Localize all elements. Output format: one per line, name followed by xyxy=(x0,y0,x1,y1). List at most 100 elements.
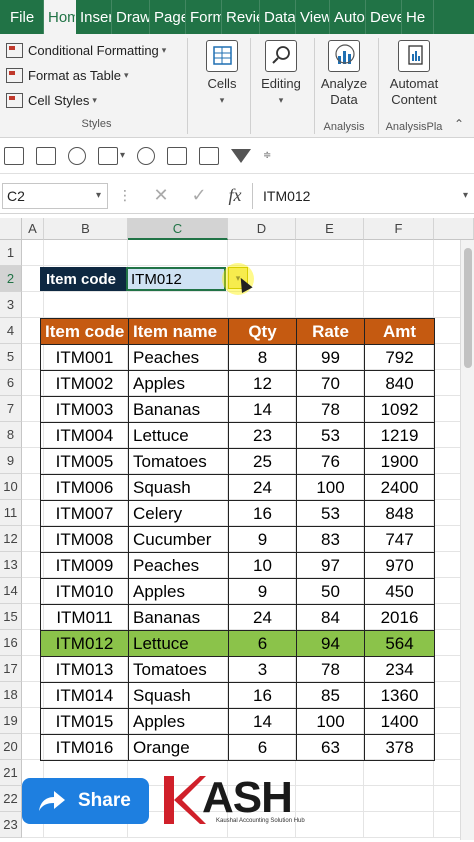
table-cell[interactable]: 2400 xyxy=(364,474,435,501)
table-cell[interactable]: 14 xyxy=(228,396,297,423)
table-cell[interactable]: 25 xyxy=(228,448,297,475)
table-cell[interactable]: 564 xyxy=(364,630,435,657)
table-cell[interactable]: 970 xyxy=(364,552,435,579)
row-header-23[interactable]: 23 xyxy=(0,812,22,838)
table-cell[interactable]: Apples xyxy=(128,578,229,605)
table-cell[interactable]: 747 xyxy=(364,526,435,553)
table-cell[interactable]: Apples xyxy=(128,708,229,735)
table-cell[interactable]: ITM001 xyxy=(40,344,129,371)
table-cell[interactable]: ITM013 xyxy=(40,656,129,683)
formula-input[interactable]: ITM012 ▾ xyxy=(252,182,472,209)
table-cell[interactable]: 12 xyxy=(228,370,297,397)
row-header-20[interactable]: 20 xyxy=(0,734,22,760)
row-header-21[interactable]: 21 xyxy=(0,760,22,786)
insert-function-icon[interactable]: fx xyxy=(218,185,252,206)
table-cell[interactable]: Orange xyxy=(128,734,229,761)
table-cell[interactable]: ITM003 xyxy=(40,396,129,423)
filter-icon[interactable] xyxy=(231,148,252,163)
row-header-19[interactable]: 19 xyxy=(0,708,22,734)
table-cell[interactable]: 83 xyxy=(296,526,365,553)
tab-form[interactable]: Form xyxy=(186,0,222,34)
scrollbar-thumb[interactable] xyxy=(464,248,472,368)
row-header-17[interactable]: 17 xyxy=(0,656,22,682)
row-header-22[interactable]: 22 xyxy=(0,786,22,812)
analyze-data-button[interactable]: Analyze Data xyxy=(318,38,370,108)
form-icon[interactable] xyxy=(4,146,24,165)
tab-hom[interactable]: Hom xyxy=(44,0,76,34)
format-as-table-button[interactable]: Format as Table ▾ xyxy=(6,63,187,88)
table-cell[interactable]: Peaches xyxy=(128,344,229,371)
tab-file[interactable]: File xyxy=(0,0,44,34)
table-cell[interactable]: ITM011 xyxy=(40,604,129,631)
table-header-cell[interactable]: Item name xyxy=(128,318,229,345)
table-cell[interactable]: 1092 xyxy=(364,396,435,423)
table-cell[interactable]: 76 xyxy=(296,448,365,475)
worksheet-grid[interactable]: ABCDEF 1 2 3 4 5 6 7 8 9 10 11 12 13 14 15 16 17 18 19 20 21… xyxy=(0,218,474,842)
table-cell[interactable]: 23 xyxy=(228,422,297,449)
table-cell[interactable]: 1360 xyxy=(364,682,435,709)
table-cell[interactable]: 6 xyxy=(228,630,297,657)
row-header-6[interactable]: 6 xyxy=(0,370,22,396)
camera-icon[interactable] xyxy=(199,146,220,165)
borders-icon[interactable] xyxy=(98,146,118,165)
row-header-18[interactable]: 18 xyxy=(0,682,22,708)
table-cell[interactable]: 53 xyxy=(296,500,365,527)
table-cell[interactable]: 50 xyxy=(296,578,365,605)
table-cell[interactable]: 85 xyxy=(296,682,365,709)
table-cell[interactable]: Tomatoes xyxy=(128,656,229,683)
row-header-8[interactable]: 8 xyxy=(0,422,22,448)
inspect-icon[interactable] xyxy=(167,146,188,165)
column-header-a[interactable]: A xyxy=(22,218,44,240)
table-cell[interactable]: 6 xyxy=(228,734,297,761)
table-cell[interactable]: Squash xyxy=(128,474,229,501)
table-cell[interactable]: Bananas xyxy=(128,396,229,423)
table-header-cell[interactable]: Item code xyxy=(40,318,129,345)
table-cell[interactable]: 94 xyxy=(296,630,365,657)
column-header-b[interactable]: B xyxy=(44,218,128,240)
chevron-down-icon[interactable]: ▾ xyxy=(96,190,101,201)
row-header-10[interactable]: 10 xyxy=(0,474,22,500)
table-header-cell[interactable]: Qty xyxy=(228,318,297,345)
tab-inser[interactable]: Inser xyxy=(76,0,112,34)
tab-data[interactable]: Data xyxy=(260,0,296,34)
table-cell[interactable]: 16 xyxy=(228,500,297,527)
table-cell[interactable]: 84 xyxy=(296,604,365,631)
table-cell[interactable]: ITM016 xyxy=(40,734,129,761)
tab-draw[interactable]: Draw xyxy=(112,0,150,34)
lookup-value-cell[interactable]: ITM012 xyxy=(126,267,226,291)
lookup-label-cell[interactable]: Item code xyxy=(40,267,126,291)
table-cell[interactable]: 10 xyxy=(228,552,297,579)
table-cell[interactable]: 78 xyxy=(296,656,365,683)
cancel-icon[interactable]: ✕ xyxy=(142,185,180,206)
table-cell[interactable]: 234 xyxy=(364,656,435,683)
tab-revie[interactable]: Revie xyxy=(222,0,260,34)
row-header-11[interactable]: 11 xyxy=(0,500,22,526)
table-cell[interactable]: 840 xyxy=(364,370,435,397)
insert-icon[interactable] xyxy=(36,146,56,165)
row-header-9[interactable]: 9 xyxy=(0,448,22,474)
table-cell[interactable]: Squash xyxy=(128,682,229,709)
table-cell[interactable]: 70 xyxy=(296,370,365,397)
tab-deve[interactable]: Deve xyxy=(366,0,402,34)
table-cell[interactable]: 1400 xyxy=(364,708,435,735)
tab-auto[interactable]: Auto xyxy=(330,0,366,34)
table-cell[interactable]: ITM008 xyxy=(40,526,129,553)
table-cell[interactable]: 848 xyxy=(364,500,435,527)
share-button[interactable]: Share xyxy=(22,778,149,824)
eye-icon[interactable] xyxy=(68,146,86,165)
vertical-scrollbar[interactable] xyxy=(460,240,474,840)
table-cell[interactable]: ITM012 xyxy=(40,630,129,657)
row-header-12[interactable]: 12 xyxy=(0,526,22,552)
table-cell[interactable]: Celery xyxy=(128,500,229,527)
row-header-13[interactable]: 13 xyxy=(0,552,22,578)
table-cell[interactable]: 97 xyxy=(296,552,365,579)
table-cell[interactable]: 78 xyxy=(296,396,365,423)
table-cell[interactable]: ITM014 xyxy=(40,682,129,709)
editing-button[interactable]: Editing ▾ xyxy=(256,38,306,108)
row-header-4[interactable]: 4 xyxy=(0,318,22,344)
table-header-cell[interactable]: Amt xyxy=(364,318,435,345)
table-cell[interactable]: Peaches xyxy=(128,552,229,579)
table-cell[interactable]: 8 xyxy=(228,344,297,371)
table-header-cell[interactable]: Rate xyxy=(296,318,365,345)
table-cell[interactable]: 53 xyxy=(296,422,365,449)
